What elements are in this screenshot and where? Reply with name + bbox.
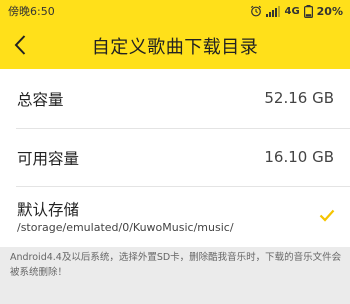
- total-capacity-label: 总容量: [17, 91, 64, 109]
- default-storage-label: 默认存储: [17, 201, 80, 219]
- signal-icon: [266, 5, 281, 17]
- total-capacity-row: 总容量 52.16 GB: [0, 69, 350, 129]
- battery-percent: 20%: [316, 4, 343, 18]
- chevron-left-icon: [14, 35, 26, 55]
- free-capacity-value: 16.10 GB: [264, 148, 334, 166]
- back-button[interactable]: [7, 32, 33, 58]
- default-storage-path: /storage/emulated/0/KuwoMusic/music/: [17, 221, 234, 234]
- free-capacity-row: 可用容量 16.10 GB: [0, 129, 350, 187]
- total-capacity-value: 52.16 GB: [264, 89, 334, 107]
- battery-icon: [303, 4, 313, 18]
- status-time: 傍晚6:50: [8, 5, 55, 18]
- checkmark-icon: [319, 209, 335, 222]
- page-title: 自定义歌曲下载目录: [91, 36, 259, 58]
- default-storage-row[interactable]: 默认存储 /storage/emulated/0/KuwoMusic/music…: [0, 187, 350, 247]
- status-bar: 傍晚6:50 4G 20%: [0, 0, 350, 22]
- alarm-icon: [250, 5, 262, 17]
- title-bar: 自定义歌曲下载目录: [0, 22, 350, 69]
- free-capacity-label: 可用容量: [17, 150, 80, 168]
- network-type: 4G: [284, 5, 300, 17]
- footnote-warning: Android4.4及以后系统，选择外置SD卡，删除酷我音乐时，下载的音乐文件会…: [10, 252, 342, 278]
